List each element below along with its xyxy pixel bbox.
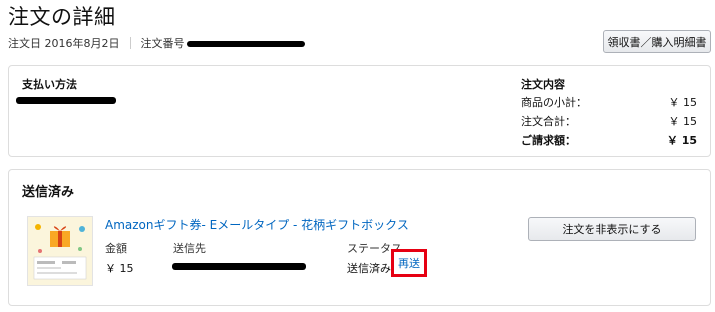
order-number-label: 注文番号 <box>140 37 185 50</box>
recipient-email-redacted <box>172 263 306 270</box>
order-total-value: ￥ 15 <box>668 115 698 128</box>
subtotal-value: ￥ 15 <box>668 96 698 109</box>
receipt-button[interactable]: 領収書／購入明細書 <box>603 30 711 53</box>
order-date: 注文日 2016年8月2日 <box>8 37 120 50</box>
recipient-label: 送信先 <box>173 242 206 255</box>
page-title: 注文の詳細 <box>8 5 116 29</box>
gift-card-item-link[interactable]: Amazonギフト券- Eメールタイプ - 花柄ギフトボックス <box>105 216 409 233</box>
amount-label: 金額 <box>105 242 127 255</box>
status-value: 送信済み <box>347 262 391 275</box>
payment-method-redacted <box>16 97 116 104</box>
order-number-redacted <box>186 41 305 47</box>
order-summary-box: 支払い方法 注文内容 商品の小計： ￥ 15 注文合計： ￥ 15 ご請求額： … <box>8 65 711 157</box>
payment-method-heading: 支払い方法 <box>22 78 77 91</box>
shipment-box: 送信済み Amazonギフト券- Eメールタイプ - 花柄ギフトボックス 金額 … <box>8 169 711 306</box>
order-total-label: 注文合計： <box>521 115 576 128</box>
resend-link[interactable]: 再送 <box>394 252 424 274</box>
gift-card-thumbnail[interactable] <box>27 216 93 286</box>
resend-highlight: 再送 <box>391 249 427 277</box>
billed-amount-label: ご請求額： <box>521 134 576 147</box>
order-summary-heading: 注文内容 <box>521 78 565 91</box>
billed-amount-value: ￥ 15 <box>666 134 697 147</box>
gift-box-image-icon <box>28 217 92 285</box>
amount-value: ￥ 15 <box>105 262 134 275</box>
hide-order-button[interactable]: 注文を非表示にする <box>528 217 696 241</box>
shipment-status-heading: 送信済み <box>22 185 75 200</box>
subtotal-label: 商品の小計： <box>521 96 587 109</box>
order-meta: 注文日 2016年8月2日 注文番号 <box>8 35 305 51</box>
meta-divider <box>129 37 131 49</box>
